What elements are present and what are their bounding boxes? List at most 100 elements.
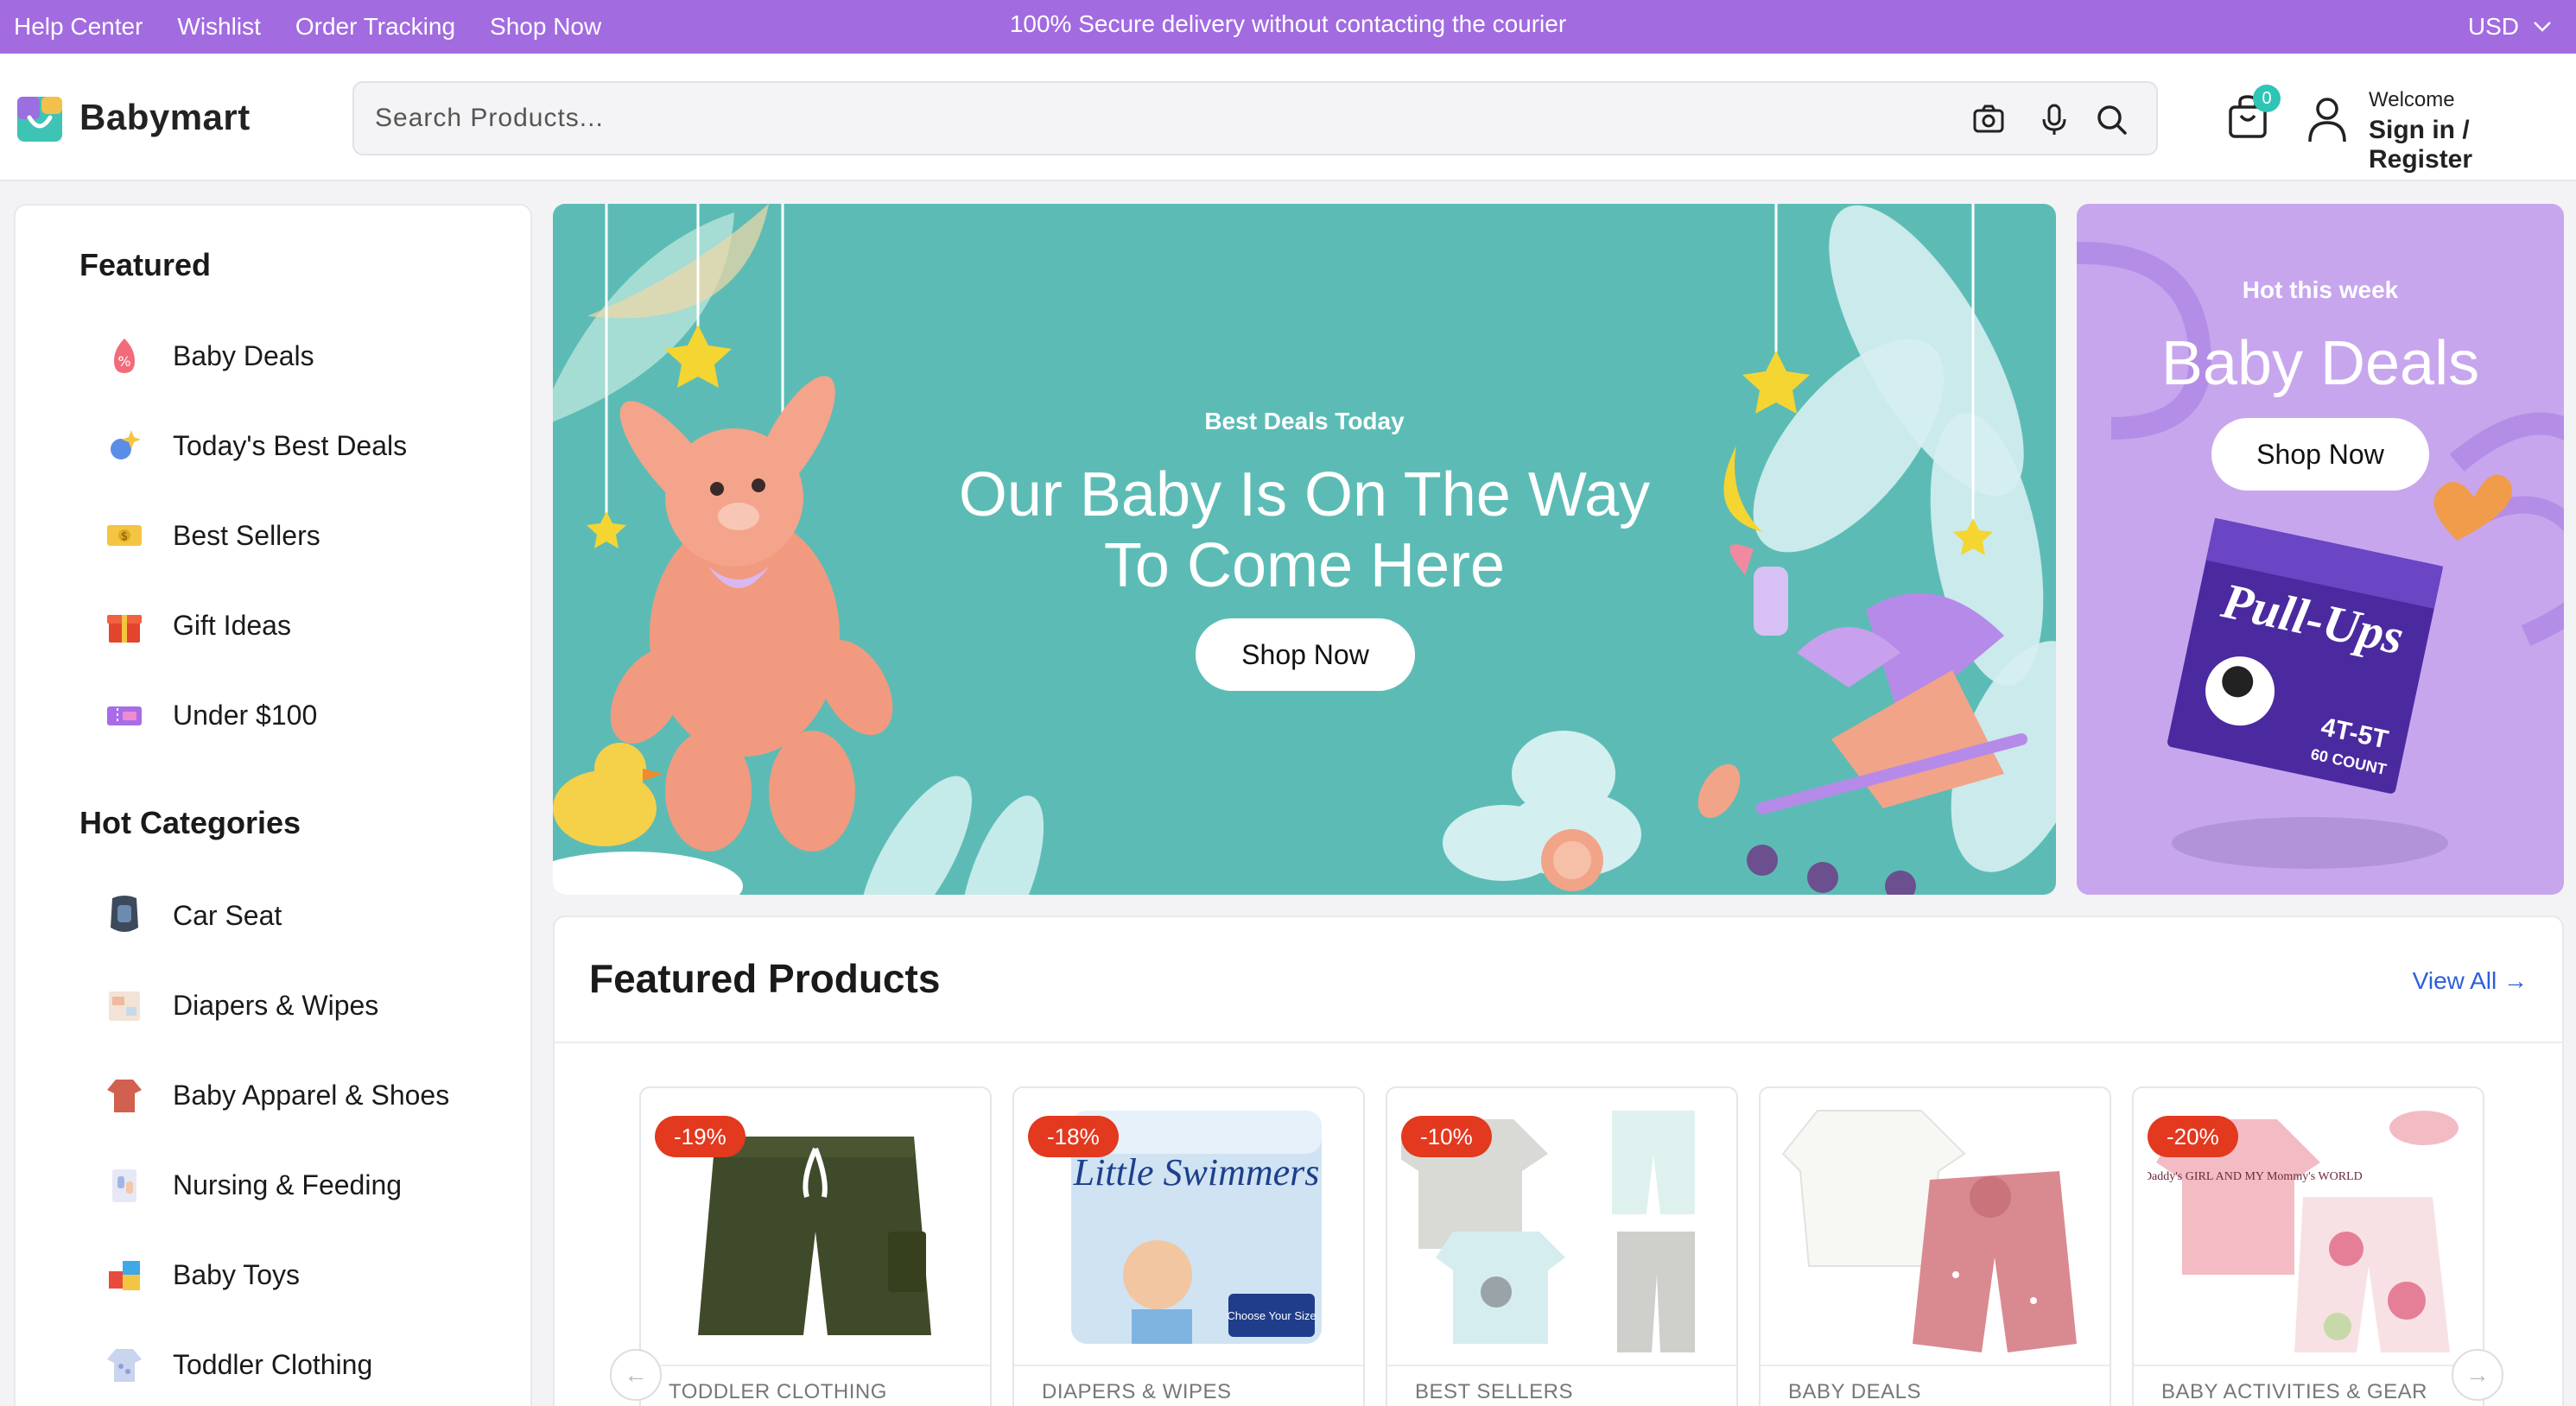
category-sidebar: Featured % Baby Deals Today's Best Deals… [14,204,532,1406]
sidebar-item-label: Today's Best Deals [173,429,408,461]
search-bar [352,81,2158,155]
percent-tag-icon: % [102,333,147,378]
sidebar-item-label: Baby Toys [173,1258,301,1290]
product-category: TODDLER CLOTHING [669,1380,887,1403]
svg-text:$: $ [121,530,128,543]
product-category: BABY ACTIVITIES & GEAR [2161,1380,2427,1403]
product-category: DIAPERS & WIPES [1042,1380,1232,1403]
promo-title: Baby Deals [2160,329,2480,398]
hero-shop-now-button[interactable]: Shop Now [1196,618,1415,691]
promo-shop-now-button[interactable]: Shop Now [2211,418,2429,491]
sign-in-register-link[interactable]: Sign in / Register [2369,116,2576,174]
product-card[interactable]: -19% TODDLER CLOTHING [639,1086,992,1406]
diapers-thumbnail [102,983,147,1028]
microphone-icon[interactable] [2035,100,2073,138]
search-input[interactable] [375,83,1843,154]
shop-now-link[interactable]: Shop Now [490,13,601,41]
hero-banner: Best Deals Today Our Baby Is On The Way … [553,204,2056,895]
discount-badge: -19% [655,1116,746,1157]
arrow-left-icon: ← [624,1361,648,1388]
discount-badge: -10% [1401,1116,1492,1157]
shopping-bag-logo-icon [17,97,62,142]
sidebar-item-label: Gift Ideas [173,609,291,641]
hot-categories-heading: Hot Categories [79,805,301,840]
sidebar-item-baby-deals[interactable]: % Baby Deals [102,328,314,383]
nursing-thumbnail [102,1162,147,1207]
sidebar-item-nursing-feeding[interactable]: Nursing & Feeding [102,1157,402,1213]
little-swimmers-text: Little Swimmers [1073,1151,1320,1194]
toddler-clothing-thumbnail [102,1342,147,1387]
site-header: Babymart 0 Welcome Sign in / Register [0,54,2576,181]
cart-count-badge: 0 [2253,85,2281,112]
camera-icon[interactable] [1970,100,2008,138]
sidebar-item-label: Baby Deals [173,339,314,371]
promo-banner: Pull-Ups 4T-5T 60 COUNT Hot this week Ba… [2077,204,2564,895]
choose-your-size-text: Choose Your Size [1227,1309,1316,1322]
currency-selector[interactable]: USD [2468,0,2552,54]
toy-blocks-thumbnail [102,1252,147,1297]
help-center-link[interactable]: Help Center [14,13,143,41]
chevron-down-icon [2534,22,2551,32]
card-divider [1761,1365,2110,1366]
hero-title-line: Our Baby Is On The Way [958,460,1651,529]
sidebar-item-toddler-clothing[interactable]: Toddler Clothing [102,1337,372,1392]
sidebar-item-baby-toys[interactable]: Baby Toys [102,1247,300,1302]
hero-title: Our Baby Is On The Way To Come Here [553,459,2056,601]
onesie-and-pants-image [1781,1110,2077,1352]
featured-products-section: Featured Products View All → -19% TODDLE… [553,915,2564,1406]
sparkle-icon [102,423,147,468]
sidebar-item-diapers-wipes[interactable]: Diapers & Wipes [102,978,378,1033]
arrow-right-icon: → [2465,1361,2490,1388]
sidebar-item-todays-best-deals[interactable]: Today's Best Deals [102,418,407,473]
sidebar-item-car-seat[interactable]: Car Seat [102,888,282,943]
sidebar-item-label: Under $100 [173,699,318,731]
sidebar-item-label: Toddler Clothing [173,1348,373,1380]
welcome-text: Welcome [2369,88,2455,111]
product-card[interactable]: Little Swimmers Choose Your Size -18% DI… [1012,1086,1365,1406]
order-tracking-link[interactable]: Order Tracking [295,13,455,41]
logo[interactable]: Babymart [16,92,251,143]
discount-badge: -20% [2148,1116,2238,1157]
money-icon: $ [102,513,147,558]
carousel-prev-button[interactable]: ← [610,1349,662,1401]
top-links: Help Center Wishlist Order Tracking Shop… [14,0,601,54]
sidebar-item-baby-apparel-shoes[interactable]: Baby Apparel & Shoes [102,1067,449,1123]
view-all-link[interactable]: View All → [2413,967,2528,995]
apparel-thumbnail [102,1073,147,1118]
sidebar-item-best-sellers[interactable]: $ Best Sellers [102,508,320,563]
product-card[interactable]: I MY Daddy's GIRL AND MY Mommy's WORLD -… [2132,1086,2484,1406]
card-divider [1387,1365,1736,1366]
sidebar-item-gift-ideas[interactable]: Gift Ideas [102,598,291,653]
sidebar-item-under-100[interactable]: Under $100 [102,687,317,743]
featured-heading: Featured [79,247,212,282]
currency-label: USD [2467,13,2519,40]
sidebar-item-label: Nursing & Feeding [173,1168,403,1200]
shirt-print-text: I MY Daddy's GIRL AND MY Mommy's WORLD [2148,1170,2363,1183]
featured-header: Featured Products View All → [555,917,2562,1043]
card-divider [2134,1365,2483,1366]
hero-subtitle: Best Deals Today [1204,408,1405,434]
gift-icon [102,603,147,648]
sidebar-item-label: Best Sellers [173,519,320,551]
promo-subtitle: Hot this week [2242,276,2399,303]
search-icon[interactable] [2092,100,2130,138]
product-category: BEST SELLERS [1415,1380,1573,1403]
card-divider [1014,1365,1363,1366]
carousel-next-button[interactable]: → [2452,1349,2503,1401]
product-card[interactable]: BABY DEALS [1759,1086,2111,1406]
product-card[interactable]: -10% BEST SELLERS [1386,1086,1738,1406]
sidebar-item-label: Car Seat [173,899,282,931]
svg-text:%: % [117,353,130,370]
sidebar-item-label: Baby Apparel & Shoes [173,1079,450,1111]
logo-text: Babymart [79,97,251,137]
product-category: BABY DEALS [1788,1380,1921,1403]
card-divider [641,1365,990,1366]
car-seat-thumbnail [102,893,147,938]
ticket-icon [102,693,147,738]
hero-title-line: To Come Here [1103,531,1506,600]
wishlist-link[interactable]: Wishlist [177,13,260,41]
promo-illustration: Pull-Ups 4T-5T 60 COUNT [2077,242,2564,869]
user-icon[interactable] [2305,93,2350,145]
discount-badge: -18% [1028,1116,1119,1157]
featured-title: Featured Products [589,956,941,1001]
